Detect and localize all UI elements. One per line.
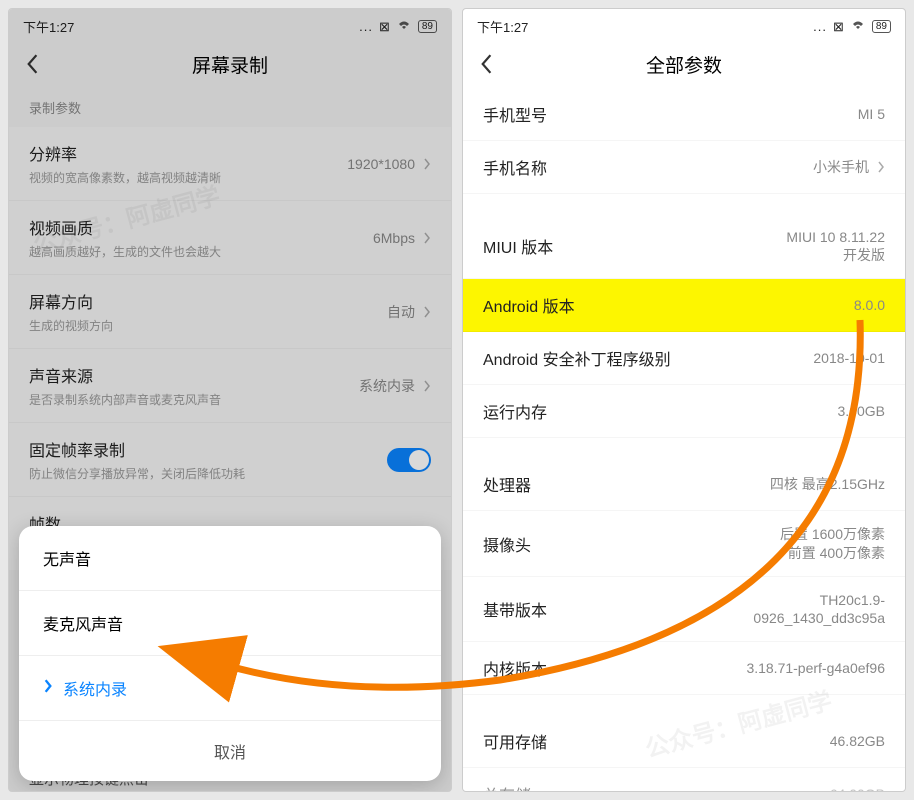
nav-bar: 全部参数 <box>463 44 905 88</box>
row-phone-name[interactable]: 手机名称小米手机 <box>463 141 905 194</box>
row-title: 分辨率 <box>29 141 347 165</box>
status-time: 下午1:27 <box>23 17 74 36</box>
row-title: MIUI 版本 <box>483 234 786 258</box>
chevron-right-icon <box>877 161 885 173</box>
status-bar: 下午1:27 ... ⊠ 89 <box>9 9 451 44</box>
row-subtitle: 生成的视频方向 <box>29 317 387 334</box>
row-orientation[interactable]: 屏幕方向生成的视频方向 自动 <box>9 275 451 349</box>
mute-icon: ⊠ <box>379 19 390 35</box>
mute-icon: ⊠ <box>833 19 844 35</box>
row-total-storage[interactable]: 总存储64.00GB <box>463 768 905 791</box>
row-value: 小米手机 <box>813 157 869 177</box>
audio-source-sheet: 无声音 麦克风声音 系统内录 取消 <box>19 526 441 781</box>
status-time: 下午1:27 <box>477 17 528 36</box>
check-icon <box>43 679 53 698</box>
row-value: TH20c1.9- 0926_1430_dd3c95a <box>753 591 885 627</box>
row-miui-version[interactable]: MIUI 版本MIUI 10 8.11.22 开发版 <box>463 214 905 279</box>
row-android-version[interactable]: Android 版本8.0.0 <box>463 279 905 332</box>
row-title: 内核版本 <box>483 656 746 680</box>
row-phone-model[interactable]: 手机型号MI 5 <box>463 88 905 141</box>
row-title: Android 安全补丁程序级别 <box>483 346 813 370</box>
row-value: 6Mbps <box>373 230 415 246</box>
row-title: 运行内存 <box>483 399 838 423</box>
wifi-icon <box>396 19 412 34</box>
status-icons: ... ⊠ 89 <box>359 19 437 35</box>
status-bar: 下午1:27 ... ⊠ 89 <box>463 9 905 44</box>
row-subtitle: 视频的宽高像素数，越高视频越清晰 <box>29 169 347 186</box>
row-subtitle: 防止微信分享播放异常，关闭后降低功耗 <box>29 465 387 482</box>
row-processor[interactable]: 处理器四核 最高2.15GHz <box>463 458 905 511</box>
row-available-storage[interactable]: 可用存储46.82GB <box>463 715 905 768</box>
sheet-option-no-sound[interactable]: 无声音 <box>19 526 441 591</box>
all-specs-settings: 下午1:27 ... ⊠ 89 全部参数 手机型号MI 5 手机名称小米手机 M… <box>462 8 906 792</box>
row-title: 声音来源 <box>29 363 359 387</box>
row-baseband[interactable]: 基带版本TH20c1.9- 0926_1430_dd3c95a <box>463 577 905 642</box>
chevron-right-icon <box>423 306 431 318</box>
row-title: 基带版本 <box>483 597 753 621</box>
sheet-option-microphone[interactable]: 麦克风声音 <box>19 591 441 656</box>
row-security-patch[interactable]: Android 安全补丁程序级别2018-10-01 <box>463 332 905 385</box>
row-value: 系统内录 <box>359 376 415 396</box>
chevron-right-icon <box>423 158 431 170</box>
row-fixed-framerate[interactable]: 固定帧率录制防止微信分享播放异常，关闭后降低功耗 <box>9 423 451 497</box>
status-icons: ... ⊠ 89 <box>813 19 891 35</box>
row-subtitle: 越高画质越好，生成的文件也会越大 <box>29 243 373 260</box>
sheet-option-system-audio[interactable]: 系统内录 <box>19 656 441 721</box>
more-dots-icon: ... <box>813 19 827 34</box>
row-resolution[interactable]: 分辨率视频的宽高像素数，越高视频越清晰 1920*1080 <box>9 127 451 201</box>
battery-icon: 89 <box>418 20 437 33</box>
wifi-icon <box>850 19 866 34</box>
row-subtitle: 是否录制系统内部声音或麦克风声音 <box>29 391 359 408</box>
chevron-right-icon <box>423 380 431 392</box>
row-title: 手机名称 <box>483 155 813 179</box>
row-title: 固定帧率录制 <box>29 437 387 461</box>
row-audio-source[interactable]: 声音来源是否录制系统内部声音或麦克风声音 系统内录 <box>9 349 451 423</box>
screen-recording-settings: 下午1:27 ... ⊠ 89 屏幕录制 录制参数 分辨率视频的宽高像素数，越高… <box>8 8 452 792</box>
row-value: 四核 最高2.15GHz <box>770 474 885 494</box>
more-dots-icon: ... <box>359 19 373 34</box>
row-camera[interactable]: 摄像头后置 1600万像素 前置 400万像素 <box>463 511 905 576</box>
row-title: 屏幕方向 <box>29 289 387 313</box>
back-button[interactable] <box>25 54 45 74</box>
row-title: 可用存储 <box>483 729 830 753</box>
nav-bar: 屏幕录制 <box>9 44 451 88</box>
section-header: 录制参数 <box>9 88 451 127</box>
row-ram[interactable]: 运行内存3.00GB <box>463 385 905 438</box>
row-value: 46.82GB <box>830 733 885 749</box>
chevron-right-icon <box>423 232 431 244</box>
row-value: 2018-10-01 <box>813 350 885 366</box>
toggle-on[interactable] <box>387 448 431 472</box>
row-value: 3.18.71-perf-g4a0ef96 <box>746 660 885 676</box>
row-kernel[interactable]: 内核版本3.18.71-perf-g4a0ef96 <box>463 642 905 695</box>
row-title: 摄像头 <box>483 532 780 556</box>
sheet-option-label: 系统内录 <box>63 676 127 700</box>
row-title: 视频画质 <box>29 215 373 239</box>
row-value: 8.0.0 <box>854 297 885 313</box>
sheet-cancel-button[interactable]: 取消 <box>19 721 441 781</box>
row-value: 自动 <box>387 302 415 322</box>
page-title: 全部参数 <box>646 51 722 78</box>
row-title: 处理器 <box>483 472 770 496</box>
row-value: 1920*1080 <box>347 156 415 172</box>
row-value: MI 5 <box>858 106 885 122</box>
row-value: 64.00GB <box>830 786 885 791</box>
row-value: MIUI 10 8.11.22 开发版 <box>786 228 885 264</box>
row-title: 总存储 <box>483 782 830 791</box>
row-title: 手机型号 <box>483 102 858 126</box>
row-title: Android 版本 <box>483 293 854 317</box>
battery-icon: 89 <box>872 20 891 33</box>
back-button[interactable] <box>479 54 499 74</box>
row-value: 3.00GB <box>838 403 885 419</box>
row-quality[interactable]: 视频画质越高画质越好，生成的文件也会越大 6Mbps <box>9 201 451 275</box>
page-title: 屏幕录制 <box>192 51 268 78</box>
row-value: 后置 1600万像素 前置 400万像素 <box>780 525 885 561</box>
